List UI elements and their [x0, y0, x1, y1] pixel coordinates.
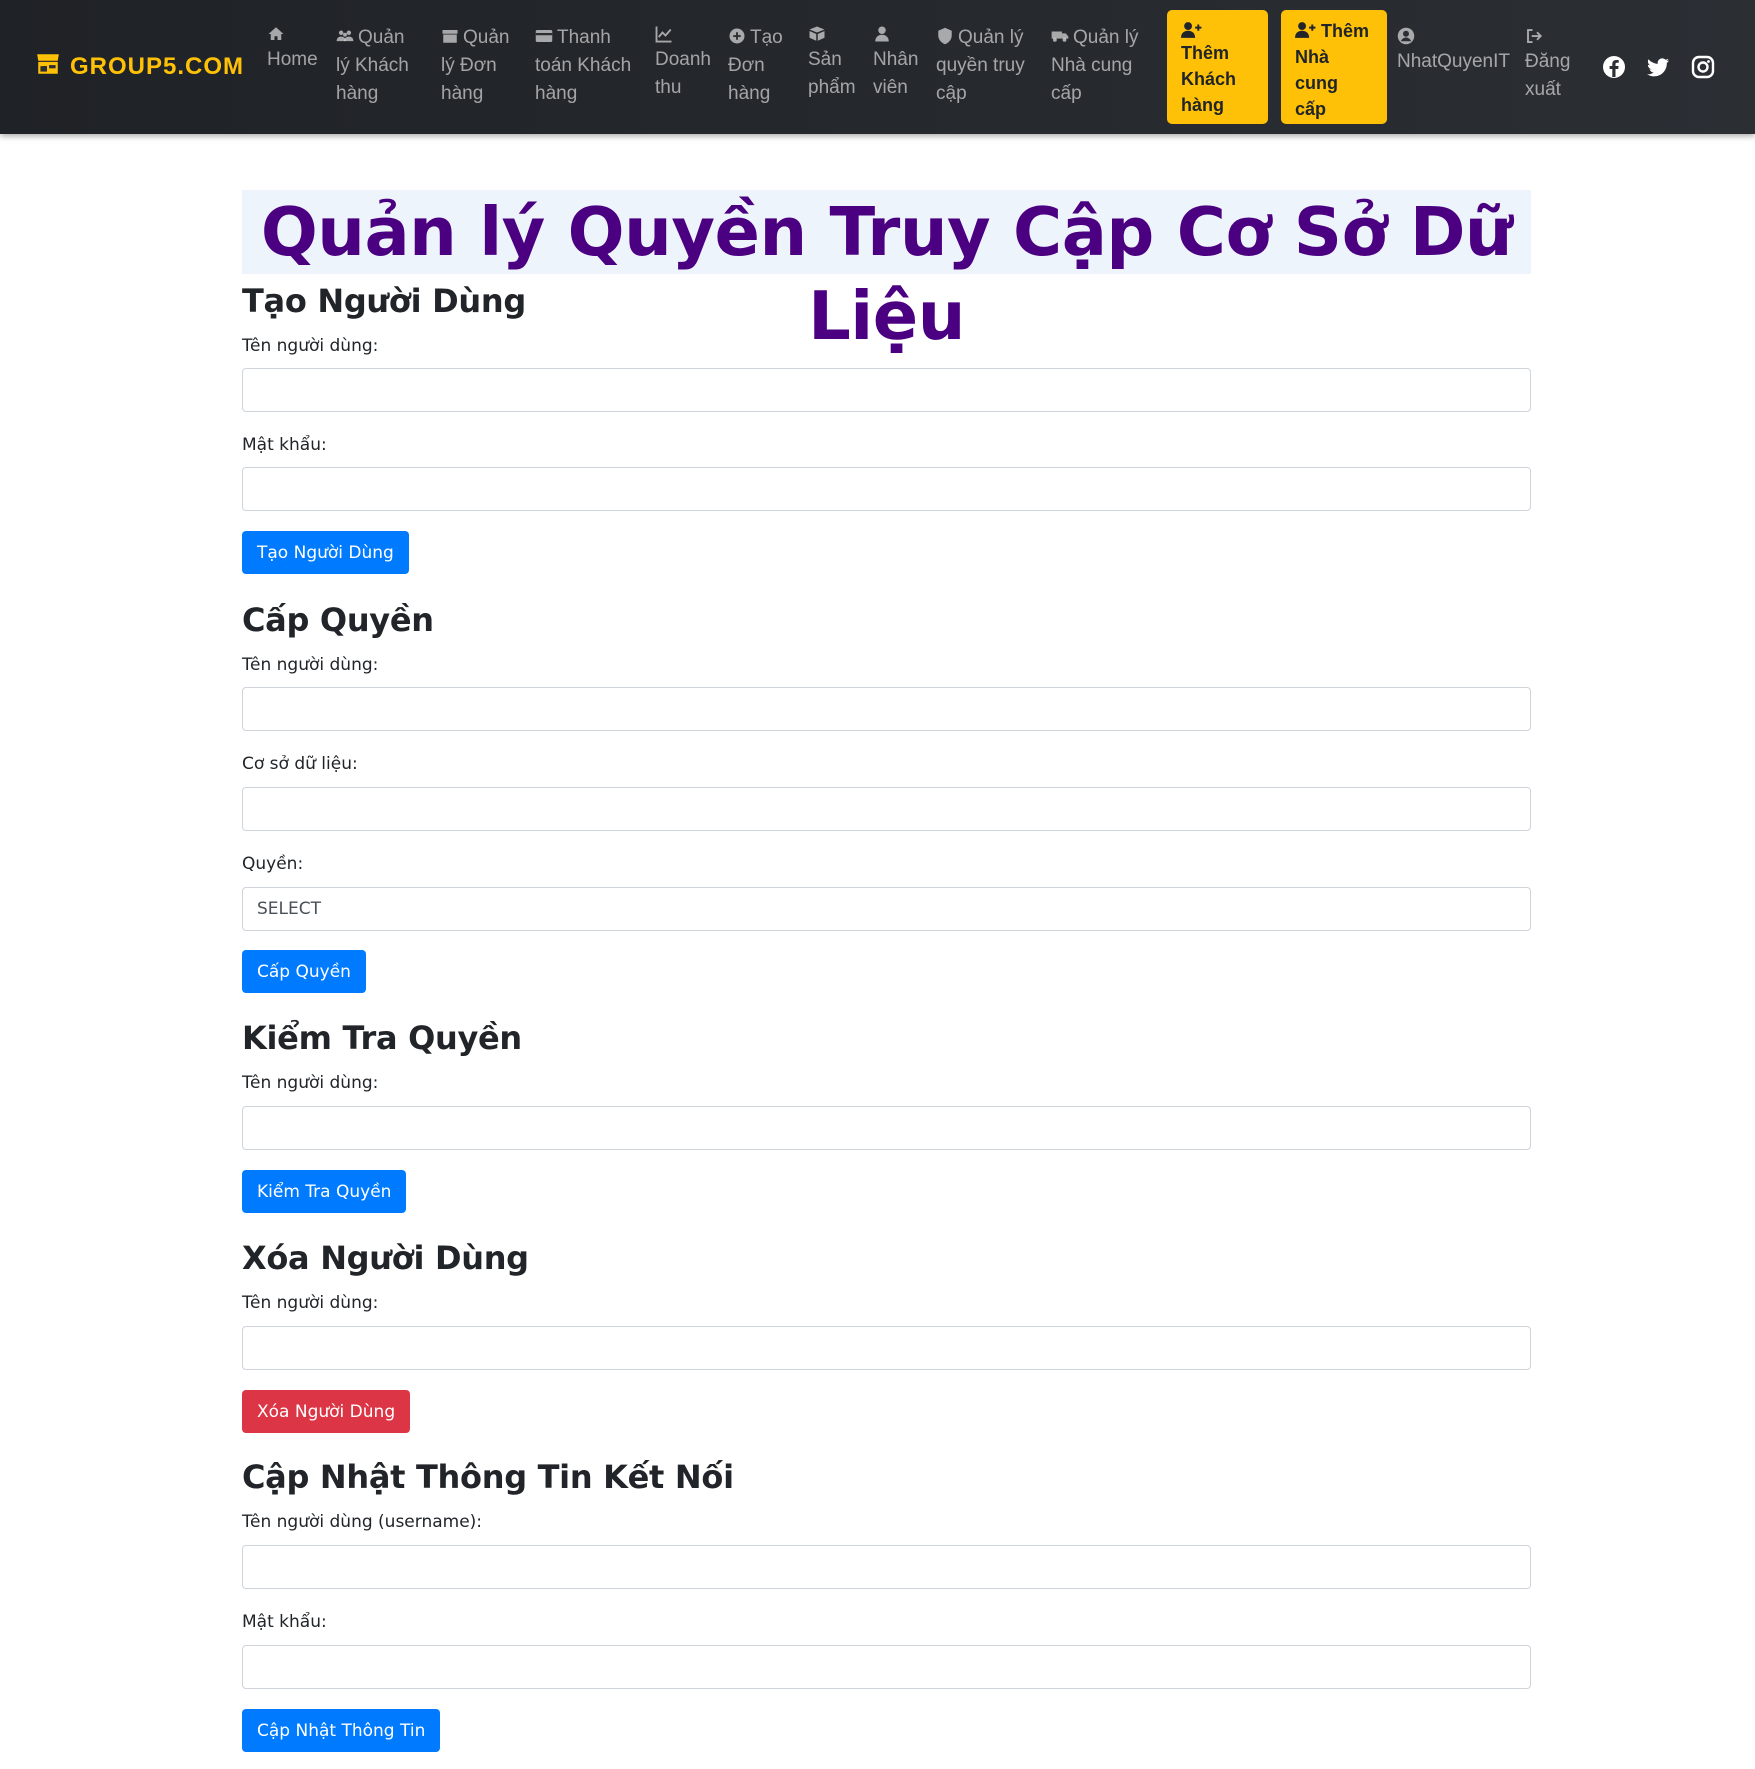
grant-username-label: Tên người dùng: — [242, 655, 379, 675]
nav-access-control[interactable]: Quản lý quyền truy cập — [936, 24, 1025, 108]
store-icon — [35, 51, 61, 84]
nav-customers-label-1: Quản — [358, 27, 405, 48]
nav-create-order-label-2: Đơn — [728, 55, 765, 76]
nav-home[interactable]: Home — [267, 22, 318, 74]
add-customer-label-2: Khách — [1181, 69, 1237, 89]
user-plus-icon — [1295, 21, 1321, 41]
nav-suppliers[interactable]: Quản lý Nhà cung cấp — [1051, 24, 1138, 108]
nav-user-label: NhatQuyenIT — [1397, 51, 1510, 72]
nav-revenue-label-1: Doanh — [655, 49, 711, 70]
nav-orders-label-3: hàng — [441, 83, 484, 104]
update-password-input[interactable] — [242, 1645, 1531, 1689]
page-title: Quản lý Quyền Truy Cập Cơ Sở Dữ Liệu — [242, 190, 1531, 355]
brand-logo[interactable]: GROUP5.COM — [35, 50, 244, 84]
box-icon — [441, 27, 463, 48]
nav-home-label: Home — [267, 49, 318, 70]
add-supplier-label-2: Nhà — [1295, 47, 1330, 67]
delete-user-heading: Xóa Người Dùng — [242, 1239, 529, 1277]
user-plus-icon — [1181, 18, 1254, 40]
plus-circle-icon — [728, 27, 750, 48]
navbar: GROUP5.COM Home Quản lý Khách hàng Quản … — [0, 0, 1755, 134]
add-supplier-label-1: Thêm — [1321, 21, 1370, 41]
nav-logout-label-1: Đăng — [1525, 51, 1571, 72]
nav-revenue-label-2: thu — [655, 77, 682, 98]
delete-user-button[interactable]: Xóa Người Dùng — [242, 1390, 411, 1433]
check-heading: Kiểm Tra Quyền — [242, 1019, 522, 1057]
add-customer-label-3: hàng — [1181, 95, 1224, 115]
nav-orders[interactable]: Quản lý Đơn hàng — [441, 24, 509, 108]
nav-products-label-2: phẩm — [808, 77, 856, 98]
delete-user-username-input[interactable] — [242, 1326, 1531, 1370]
main-content: Quản lý Quyền Truy Cập Cơ Sở Dữ Liệu Tạo… — [242, 190, 1531, 1752]
nav-payment-label-2: toán Khách — [535, 55, 632, 76]
grant-database-label: Cơ sở dữ liệu: — [242, 754, 358, 774]
grant-username-input[interactable] — [242, 687, 1531, 731]
grant-button[interactable]: Cấp Quyền — [242, 950, 366, 993]
nav-staff[interactable]: Nhân viên — [873, 22, 918, 102]
nav-create-order-label-1: Tạo — [750, 27, 783, 48]
nav-staff-label-1: Nhân — [873, 49, 919, 70]
nav-orders-label-2: lý Đơn — [441, 55, 497, 76]
delete-user-username-label: Tên người dùng: — [242, 1293, 379, 1313]
check-username-input[interactable] — [242, 1106, 1531, 1150]
add-customer-label-1: Thêm — [1181, 43, 1230, 63]
instagram-icon[interactable] — [1691, 55, 1715, 79]
nav-access-label-1: Quản lý — [958, 27, 1024, 48]
nav-access-label-3: cập — [936, 83, 967, 104]
grant-database-input[interactable] — [242, 787, 1531, 831]
home-icon — [267, 22, 318, 46]
create-user-password-label: Mật khẩu: — [242, 435, 327, 455]
check-username-label: Tên người dùng: — [242, 1073, 379, 1093]
check-button[interactable]: Kiểm Tra Quyền — [242, 1170, 407, 1213]
update-connection-heading: Cập Nhật Thông Tin Kết Nối — [242, 1458, 734, 1496]
nav-payment-label-3: hàng — [535, 83, 578, 104]
sign-out-icon — [1525, 24, 1570, 48]
nav-payment-label-1: Thanh — [557, 27, 611, 48]
create-user-password-input[interactable] — [242, 467, 1531, 511]
nav-payment[interactable]: Thanh toán Khách hàng — [535, 24, 631, 108]
facebook-icon[interactable] — [1602, 55, 1626, 79]
user-tie-icon — [873, 22, 918, 46]
nav-suppliers-label-1: Quản lý — [1073, 27, 1139, 48]
user-circle-icon — [1397, 24, 1510, 48]
chart-line-icon — [655, 22, 711, 46]
update-username-input[interactable] — [242, 1545, 1531, 1589]
twitter-icon[interactable] — [1646, 55, 1670, 79]
update-username-label: Tên người dùng (username): — [242, 1512, 483, 1532]
users-icon — [336, 27, 358, 48]
update-connection-button[interactable]: Cập Nhật Thông Tin — [242, 1709, 441, 1752]
add-customer-button[interactable]: Thêm Khách hàng — [1167, 10, 1268, 124]
nav-suppliers-label-3: cấp — [1051, 83, 1082, 104]
nav-create-order[interactable]: Tạo Đơn hàng — [728, 24, 783, 108]
create-user-button[interactable]: Tạo Người Dùng — [242, 531, 409, 574]
grant-privilege-label: Quyền: — [242, 854, 304, 874]
update-password-label: Mật khẩu: — [242, 1612, 327, 1632]
grant-heading: Cấp Quyền — [242, 601, 434, 639]
add-supplier-button[interactable]: Thêm Nhà cung cấp — [1281, 10, 1387, 124]
nav-staff-label-2: viên — [873, 77, 908, 98]
nav-customers[interactable]: Quản lý Khách hàng — [336, 24, 409, 108]
nav-customers-label-2: lý Khách — [336, 55, 409, 76]
truck-icon — [1051, 27, 1073, 48]
nav-customers-label-3: hàng — [336, 83, 379, 104]
nav-products[interactable]: Sản phẩm — [808, 22, 856, 102]
credit-card-icon — [535, 27, 557, 48]
nav-create-order-label-3: hàng — [728, 83, 771, 104]
nav-orders-label-1: Quản — [463, 27, 510, 48]
create-user-username-label: Tên người dùng: — [242, 336, 379, 356]
nav-access-label-2: quyền truy — [936, 55, 1025, 76]
nav-user[interactable]: NhatQuyenIT — [1397, 24, 1510, 76]
grant-privilege-select[interactable]: SELECT — [242, 887, 1531, 931]
create-user-username-input[interactable] — [242, 368, 1531, 412]
nav-logout[interactable]: Đăng xuất — [1525, 24, 1570, 104]
nav-revenue[interactable]: Doanh thu — [655, 22, 711, 102]
shield-icon — [936, 27, 958, 48]
brand-name: GROUP5.COM — [70, 53, 245, 80]
nav-logout-label-2: xuất — [1525, 79, 1561, 100]
boxes-icon — [808, 22, 856, 46]
add-supplier-label-3: cung cấp — [1295, 73, 1338, 119]
nav-suppliers-label-2: Nhà cung — [1051, 55, 1133, 76]
create-user-heading: Tạo Người Dùng — [242, 282, 526, 320]
nav-products-label-1: Sản — [808, 49, 842, 70]
